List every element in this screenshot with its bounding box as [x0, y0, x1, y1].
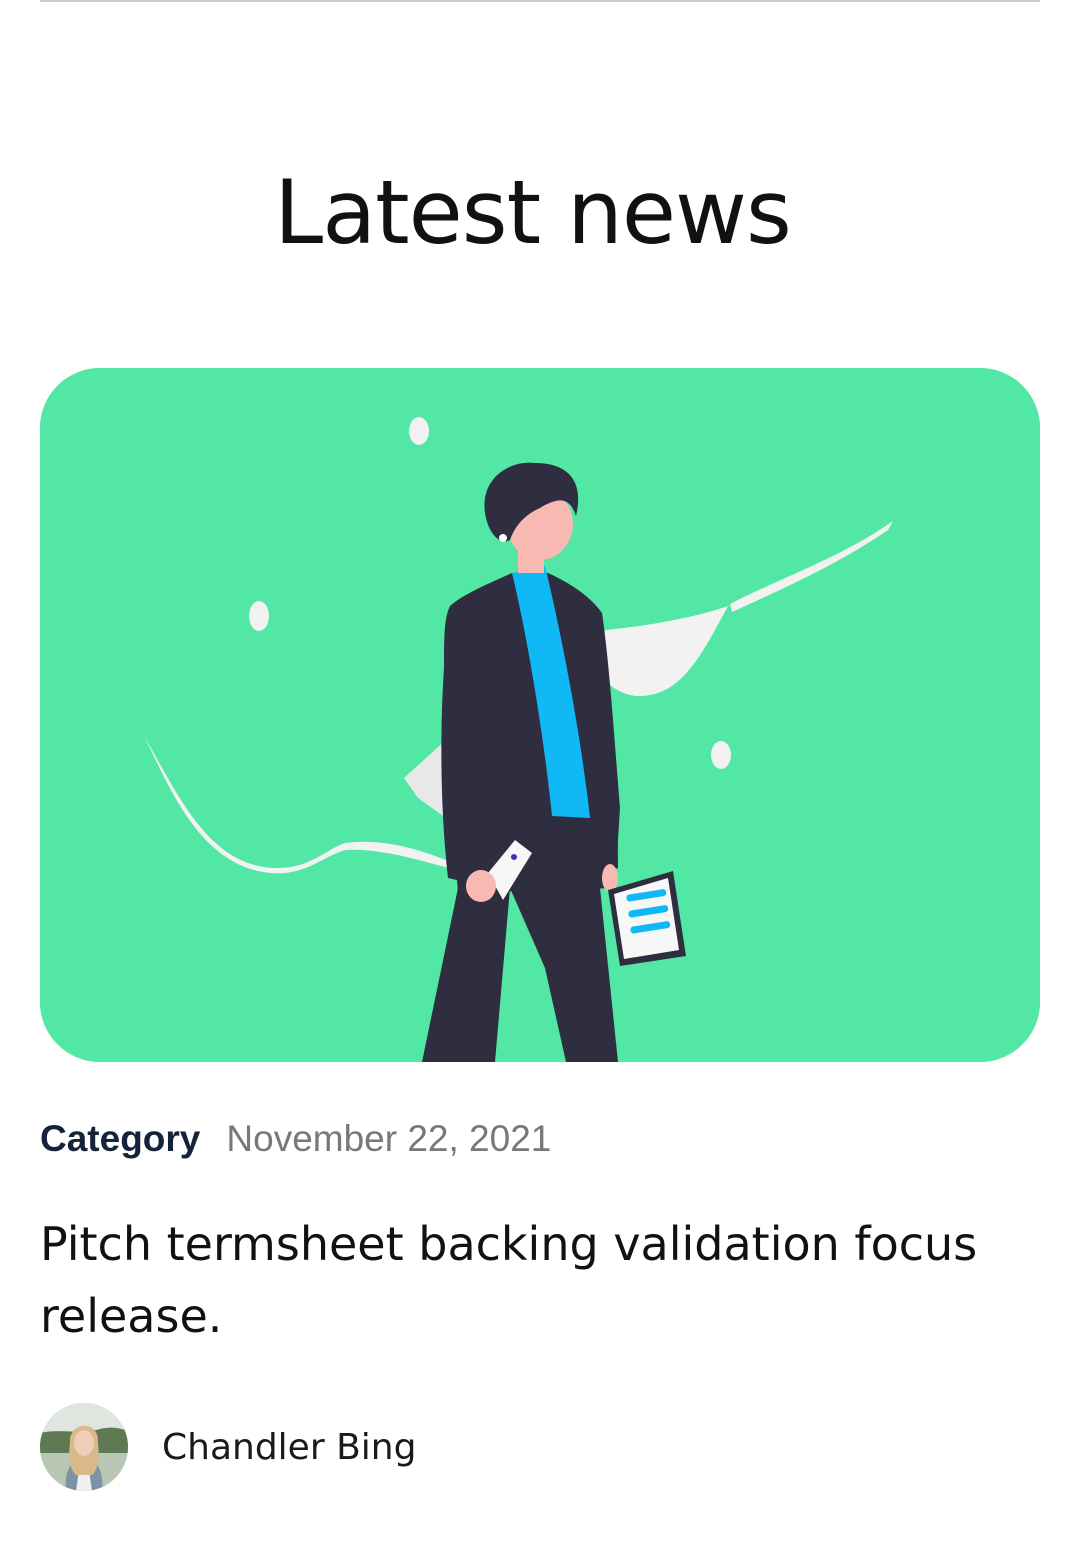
avatar[interactable] — [40, 1403, 128, 1491]
author-row: Chandler Bing — [40, 1403, 416, 1491]
article-image[interactable] — [40, 368, 1040, 1062]
decor-dot — [409, 417, 429, 445]
publish-date: November 22, 2021 — [226, 1118, 552, 1159]
news-card: Category November 22, 2021 Pitch termshee… — [40, 368, 1040, 1491]
category-link[interactable]: Category — [40, 1118, 200, 1159]
article-meta: Category November 22, 2021 — [40, 1120, 1040, 1157]
decor-dot — [711, 741, 731, 769]
author-name[interactable]: Chandler Bing — [162, 1427, 416, 1468]
section-title: Latest news — [274, 161, 792, 264]
author-avatar-image — [40, 1403, 128, 1491]
person-walking-illustration — [40, 368, 1040, 1062]
decor-dot — [249, 601, 269, 631]
article-headline[interactable]: Pitch termsheet backing validation focus… — [40, 1208, 1020, 1352]
top-divider — [40, 0, 1040, 2]
